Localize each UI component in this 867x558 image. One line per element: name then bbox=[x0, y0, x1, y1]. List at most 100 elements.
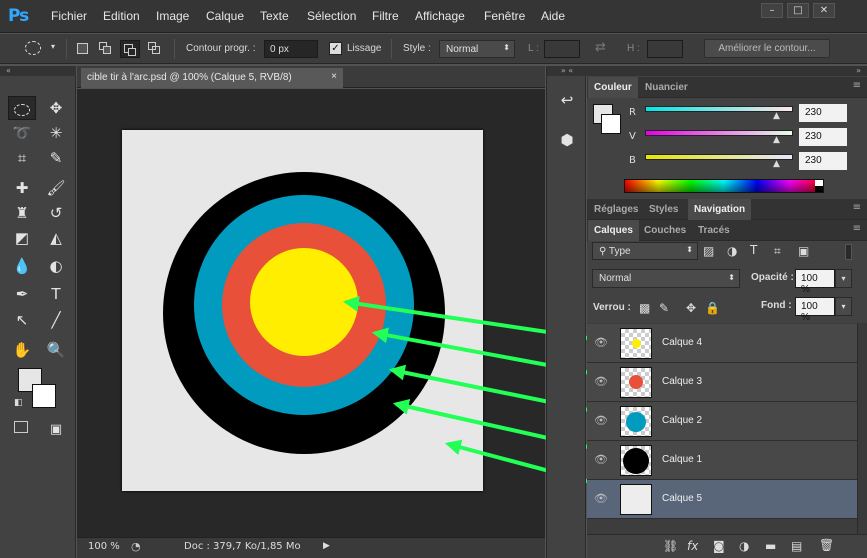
adjustment-layer-icon[interactable]: ◑ bbox=[739, 539, 749, 553]
menu-fichier[interactable]: Fichier bbox=[51, 9, 87, 23]
text-tool-icon[interactable]: T bbox=[42, 282, 70, 306]
tab-calques[interactable]: Calques bbox=[588, 220, 639, 241]
path-selection-icon[interactable]: ↖ bbox=[8, 308, 36, 332]
layer-name[interactable]: Calque 5 bbox=[662, 493, 702, 504]
blend-mode-dropdown[interactable]: Normal ⬍ bbox=[592, 269, 740, 288]
tab-nuancier[interactable]: Nuancier bbox=[639, 77, 694, 98]
default-colors-icon[interactable]: ◧ bbox=[14, 398, 23, 408]
magic-wand-icon[interactable]: ✳ bbox=[42, 121, 70, 145]
document-tab[interactable]: cible tir à l'arc.psd @ 100% (Calque 5, … bbox=[81, 68, 343, 88]
layer-name[interactable]: Calque 1 bbox=[662, 454, 702, 465]
dodge-tool-icon[interactable]: ◐ bbox=[42, 254, 70, 278]
value-v[interactable]: 230 bbox=[799, 128, 847, 146]
menu-affichage[interactable]: Affichage bbox=[415, 9, 465, 23]
move-tool-icon[interactable]: ✥ bbox=[42, 96, 70, 120]
fill-field[interactable]: 100 % bbox=[795, 297, 835, 323]
screen-mode-icon[interactable]: ▣ bbox=[42, 418, 70, 442]
menu-selection[interactable]: Sélection bbox=[307, 9, 356, 23]
menu-fenetre[interactable]: Fenêtre bbox=[484, 9, 525, 23]
document-canvas[interactable] bbox=[122, 130, 483, 491]
eyedropper-icon[interactable]: ✎ bbox=[42, 146, 70, 170]
slider-r-handle-icon[interactable]: ▲ bbox=[773, 111, 780, 121]
clone-stamp-icon[interactable]: ♜ bbox=[8, 201, 36, 225]
lock-position-icon[interactable]: ✥ bbox=[686, 301, 696, 315]
hand-tool-icon[interactable]: ✋ bbox=[8, 338, 36, 362]
pen-tool-icon[interactable]: ✒ bbox=[8, 282, 36, 306]
link-layers-icon[interactable]: ⛓ bbox=[663, 539, 678, 553]
style-dropdown[interactable]: Normal ⬍ bbox=[439, 40, 515, 58]
contour-field[interactable]: 0 px bbox=[264, 40, 318, 58]
history-panel-icon[interactable]: ↩ bbox=[553, 88, 581, 112]
new-selection-icon[interactable] bbox=[77, 43, 88, 54]
layer-row-calque-5[interactable]: 👁 Calque 5 bbox=[587, 480, 867, 519]
filter-text-icon[interactable]: T bbox=[750, 243, 757, 257]
3d-panel-icon[interactable]: ⬢ bbox=[553, 128, 581, 152]
paint-bucket-icon[interactable]: ◭ bbox=[42, 226, 70, 250]
collapse-icon[interactable]: « bbox=[0, 66, 76, 76]
eye-icon[interactable]: 👁 bbox=[594, 336, 608, 349]
status-arrow-icon[interactable]: ▶ bbox=[323, 541, 330, 551]
blur-tool-icon[interactable]: 💧 bbox=[8, 254, 36, 278]
layers-panel-menu-icon[interactable]: ≡ bbox=[853, 223, 861, 234]
eye-icon[interactable]: 👁 bbox=[594, 414, 608, 427]
layers-scrollbar[interactable] bbox=[857, 323, 867, 534]
lissage-checkbox[interactable]: ✓ bbox=[329, 42, 342, 55]
delete-layer-icon[interactable]: 🗑 bbox=[819, 538, 834, 552]
eraser-tool-icon[interactable]: ◩ bbox=[8, 226, 36, 250]
filter-shape-icon[interactable]: ⌗ bbox=[774, 244, 781, 259]
filter-smart-object-icon[interactable]: ▣ bbox=[798, 244, 809, 258]
maximize-button[interactable]: □ bbox=[787, 3, 809, 18]
tab-styles[interactable]: Styles bbox=[643, 199, 684, 220]
menu-edition[interactable]: Edition bbox=[103, 9, 140, 23]
menu-image[interactable]: Image bbox=[156, 9, 189, 23]
panels-collapse-icon[interactable]: » bbox=[587, 66, 867, 76]
height-field[interactable] bbox=[647, 40, 683, 58]
color-bg-swatch[interactable] bbox=[601, 114, 621, 134]
value-r[interactable]: 230 bbox=[799, 104, 847, 122]
fx-icon[interactable]: fx bbox=[687, 539, 698, 553]
menu-calque[interactable]: Calque bbox=[206, 9, 244, 23]
adjust-panel-menu-icon[interactable]: ≡ bbox=[853, 202, 861, 213]
menu-aide[interactable]: Aide bbox=[541, 9, 565, 23]
lock-transparency-icon[interactable]: ▩ bbox=[639, 301, 650, 315]
tab-couches[interactable]: Couches bbox=[638, 220, 692, 241]
layer-name[interactable]: Calque 4 bbox=[662, 337, 702, 348]
strip-collapse-icon[interactable]: » « bbox=[547, 66, 587, 76]
layer-name[interactable]: Calque 3 bbox=[662, 376, 702, 387]
subtract-selection-icon[interactable] bbox=[120, 40, 140, 58]
close-window-button[interactable]: ✕ bbox=[813, 3, 835, 18]
background-color-swatch[interactable] bbox=[32, 384, 56, 408]
layer-row-calque-3[interactable]: 👁 Calque 3 bbox=[587, 363, 867, 402]
zoom-tool-icon[interactable]: 🔍 bbox=[42, 338, 70, 362]
zoom-level[interactable]: 100 % bbox=[88, 541, 120, 552]
quick-mask-icon[interactable] bbox=[14, 421, 28, 433]
healing-brush-icon[interactable]: ✚ bbox=[8, 176, 36, 200]
tool-preset-chevron-icon[interactable]: ▾ bbox=[51, 42, 55, 51]
layer-row-calque-2[interactable]: 👁 Calque 2 bbox=[587, 402, 867, 441]
slider-v-handle-icon[interactable]: ▲ bbox=[773, 135, 780, 145]
ameliorer-contour-button[interactable]: Améliorer le contour... bbox=[704, 39, 830, 58]
fill-chevron-icon[interactable]: ▾ bbox=[835, 297, 852, 316]
slider-r[interactable] bbox=[645, 106, 793, 112]
filter-pixel-icon[interactable]: ▨ bbox=[703, 244, 714, 258]
intersect-selection-icon[interactable] bbox=[148, 42, 160, 54]
new-group-icon[interactable]: ▬ bbox=[765, 539, 776, 553]
panel-menu-icon[interactable]: ≡ bbox=[853, 80, 861, 91]
width-field[interactable] bbox=[544, 40, 580, 58]
new-layer-icon[interactable]: ▤ bbox=[791, 539, 802, 553]
menu-filtre[interactable]: Filtre bbox=[372, 9, 399, 23]
elliptical-marquee-icon[interactable] bbox=[25, 41, 41, 55]
tab-couleur[interactable]: Couleur bbox=[588, 77, 638, 98]
lock-all-icon[interactable]: 🔒 bbox=[705, 301, 720, 315]
layer-name[interactable]: Calque 2 bbox=[662, 415, 702, 426]
close-tab-icon[interactable]: × bbox=[331, 71, 337, 82]
color-spectrum-bar[interactable] bbox=[624, 179, 824, 193]
opacity-chevron-icon[interactable]: ▾ bbox=[835, 269, 852, 288]
history-brush-icon[interactable]: ↺ bbox=[42, 201, 70, 225]
layer-filter-dropdown[interactable]: ⚲ Type ⬍ bbox=[592, 242, 698, 260]
marquee-tool-icon[interactable] bbox=[8, 96, 36, 120]
filter-adjustment-icon[interactable]: ◑ bbox=[727, 244, 737, 258]
tab-reglages[interactable]: Réglages bbox=[588, 199, 644, 220]
line-tool-icon[interactable]: ╱ bbox=[42, 308, 70, 332]
eye-icon[interactable]: 👁 bbox=[594, 492, 608, 505]
